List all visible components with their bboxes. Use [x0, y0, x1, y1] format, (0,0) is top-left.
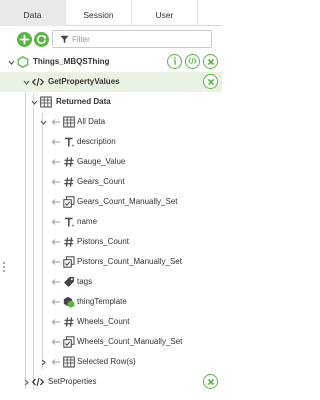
plus-icon — [19, 34, 30, 45]
tab-bar-filler — [198, 0, 222, 25]
remove-service-button[interactable] — [203, 74, 218, 89]
tree-row-field[interactable]: Pistons_Count — [0, 232, 222, 252]
binding-arrow-icon[interactable] — [51, 158, 61, 166]
service-name: GetPropertyValues — [48, 77, 120, 86]
field-label: Gears_Count_Manually_Set — [77, 197, 178, 206]
info-button[interactable] — [167, 54, 182, 69]
binding-arrow-icon[interactable] — [51, 178, 61, 186]
field-label: Wheels_Count_Manually_Set — [77, 337, 183, 346]
field-label: description — [77, 137, 116, 146]
chevron-down-icon[interactable] — [31, 99, 38, 106]
tree-row-service-setproperties[interactable]: SetProperties — [0, 372, 222, 392]
string-type-icon — [65, 137, 74, 147]
binding-arrow-icon[interactable] — [51, 358, 61, 366]
tree-row-field[interactable]: description — [0, 132, 222, 152]
remove-thing-button[interactable] — [203, 54, 218, 69]
toolbar — [0, 27, 222, 51]
binding-arrow-icon[interactable] — [51, 198, 61, 206]
panel-resize-handle[interactable] — [3, 262, 5, 274]
service-icon — [32, 77, 44, 87]
string-type-icon — [65, 217, 74, 227]
code-icon — [188, 57, 197, 65]
field-label: Pistons_Count_Manually_Set — [77, 257, 182, 266]
close-icon — [207, 378, 214, 385]
service-name: SetProperties — [48, 377, 97, 386]
number-type-icon — [64, 317, 74, 327]
refresh-icon — [36, 34, 46, 44]
field-label: Gears_Count — [77, 177, 125, 186]
tree-row-field[interactable]: Gears_Count_Manually_Set — [0, 192, 222, 212]
number-type-icon — [64, 177, 74, 187]
tag-type-icon — [64, 277, 74, 287]
binding-arrow-icon[interactable] — [51, 278, 61, 286]
tree-row-field[interactable]: Wheels_Count_Manually_Set — [0, 332, 222, 352]
table-icon — [40, 96, 52, 108]
info-icon — [173, 57, 176, 65]
service-icon — [32, 377, 44, 387]
code-button[interactable] — [185, 54, 200, 69]
field-label: Wheels_Count — [77, 317, 130, 326]
thing-template-type-icon — [63, 296, 75, 308]
tree-row-field[interactable]: name — [0, 212, 222, 232]
data-tree: Things_MBQSThing GetPropertyValues Retur… — [0, 52, 222, 400]
field-label: Gauge_Value — [77, 157, 126, 166]
boolean-type-icon — [63, 336, 75, 348]
table-icon — [63, 356, 75, 368]
field-label: thingTemplate — [77, 297, 127, 306]
tree-row-field[interactable]: thingTemplate — [0, 292, 222, 312]
tree-row-field[interactable]: Gauge_Value — [0, 152, 222, 172]
tab-data[interactable]: Data — [0, 0, 66, 26]
thing-icon — [17, 56, 29, 68]
close-icon — [207, 78, 214, 85]
binding-arrow-icon[interactable] — [51, 318, 61, 326]
binding-arrow-icon[interactable] — [51, 218, 61, 226]
chevron-down-icon[interactable] — [8, 59, 15, 66]
tree-row-thing[interactable]: Things_MBQSThing — [0, 52, 222, 72]
add-button[interactable] — [17, 32, 32, 47]
binding-arrow-icon[interactable] — [51, 298, 61, 306]
tab-bar: Data Session User — [0, 0, 222, 26]
field-label: tags — [77, 277, 93, 286]
binding-arrow-icon[interactable] — [51, 338, 61, 346]
filter-box — [52, 30, 212, 48]
tree-row-selected-rows[interactable]: Selected Row(s) — [0, 352, 222, 372]
tree-row-field[interactable]: Gears_Count — [0, 172, 222, 192]
selected-rows-label: Selected Row(s) — [77, 357, 136, 366]
field-label: name — [77, 217, 98, 226]
boolean-type-icon — [63, 256, 75, 268]
chevron-right-icon[interactable] — [23, 379, 30, 386]
table-icon — [63, 116, 75, 128]
tree-row-field[interactable]: Wheels_Count — [0, 312, 222, 332]
close-icon — [207, 58, 214, 65]
returned-data-label: Returned Data — [56, 97, 111, 106]
tree-row-all-data[interactable]: All Data — [0, 112, 222, 132]
field-label: Pistons_Count — [77, 237, 130, 246]
tree-row-field[interactable]: tags — [0, 272, 222, 292]
number-type-icon — [64, 157, 74, 167]
tree-row-returned-data[interactable]: Returned Data — [0, 92, 222, 112]
tree-row-service-getpropertyvalues[interactable]: GetPropertyValues — [0, 72, 222, 92]
chevron-right-icon[interactable] — [40, 359, 47, 366]
tree-row-field[interactable]: Pistons_Count_Manually_Set — [0, 252, 222, 272]
chevron-down-icon[interactable] — [40, 119, 47, 126]
tab-user[interactable]: User — [132, 0, 198, 26]
number-type-icon — [64, 237, 74, 247]
binding-arrow-icon[interactable] — [51, 118, 61, 126]
thing-name: Things_MBQSThing — [33, 57, 110, 66]
chevron-down-icon[interactable] — [23, 79, 30, 86]
refresh-button[interactable] — [34, 32, 49, 47]
binding-arrow-icon[interactable] — [51, 258, 61, 266]
tab-session[interactable]: Session — [66, 0, 132, 26]
filter-input[interactable] — [72, 32, 207, 46]
binding-arrow-icon[interactable] — [51, 138, 61, 146]
boolean-type-icon — [63, 196, 75, 208]
all-data-label: All Data — [77, 117, 106, 126]
binding-arrow-icon[interactable] — [51, 238, 61, 246]
filter-icon — [60, 35, 69, 44]
remove-service-button[interactable] — [203, 374, 218, 389]
